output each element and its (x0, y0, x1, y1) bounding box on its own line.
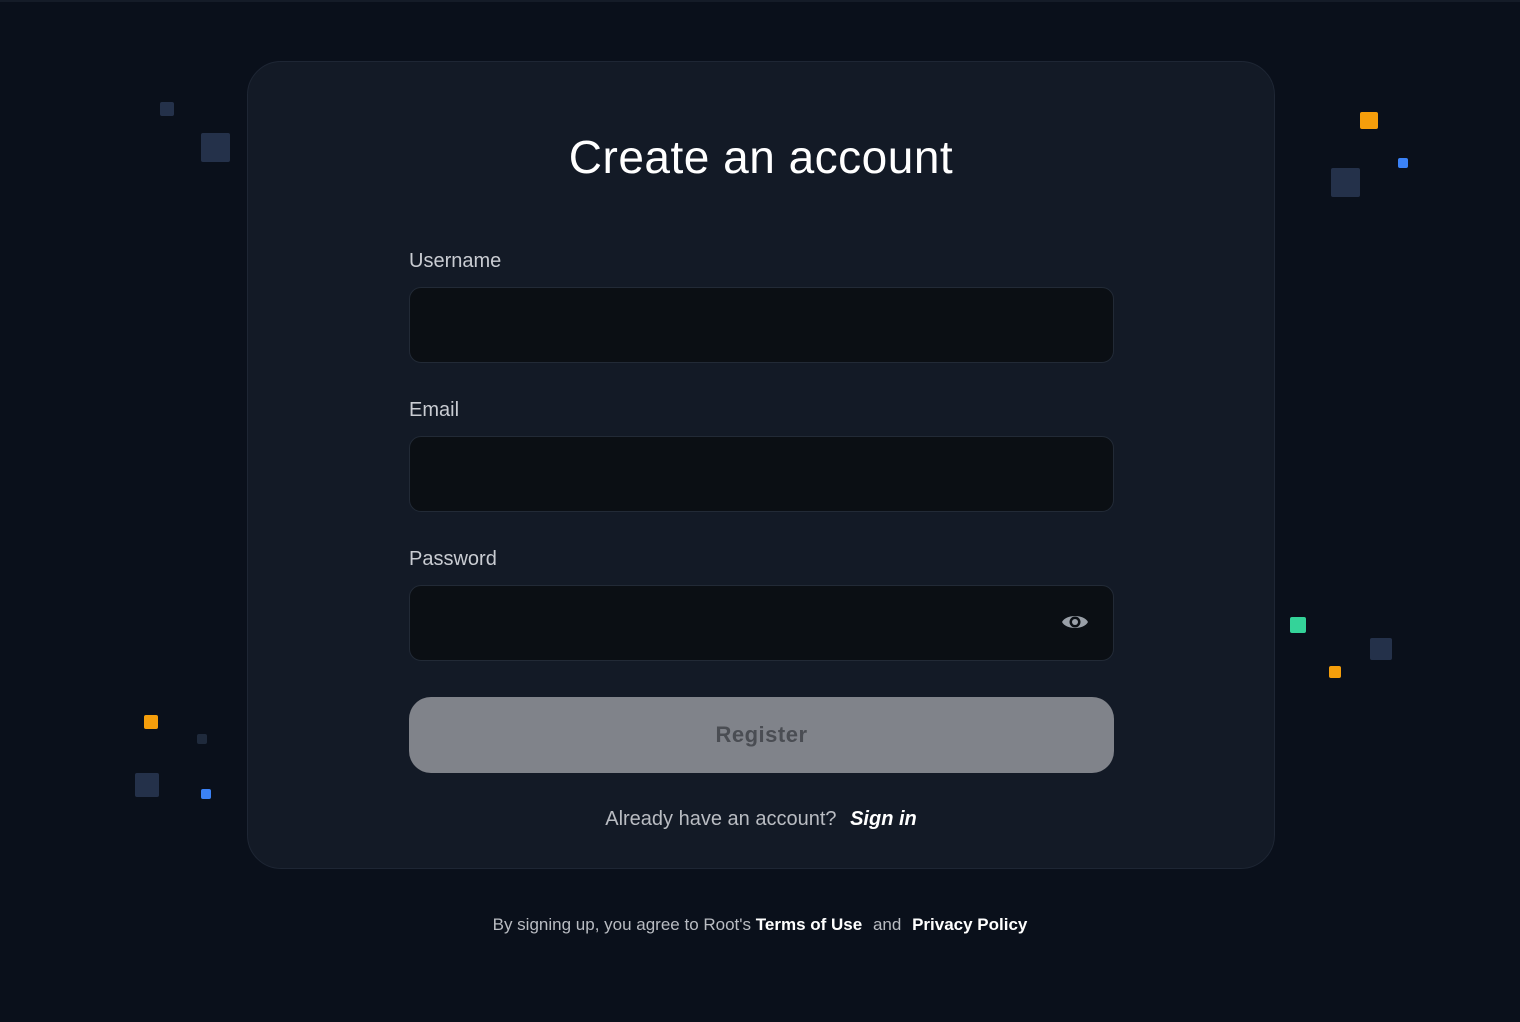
decor-square (1370, 638, 1392, 660)
terms-footer: By signing up, you agree to Root's Terms… (0, 915, 1520, 935)
decor-square (160, 102, 174, 116)
terms-link[interactable]: Terms of Use (756, 915, 862, 934)
privacy-link[interactable]: Privacy Policy (912, 915, 1027, 934)
decor-square (135, 773, 159, 797)
decor-square (201, 789, 211, 799)
decor-square (1331, 168, 1360, 197)
username-input[interactable] (409, 287, 1114, 363)
decor-square (1398, 158, 1408, 168)
email-input[interactable] (409, 436, 1114, 512)
page-title: Create an account (568, 131, 954, 183)
decor-square (1329, 666, 1341, 678)
register-button[interactable]: Register (409, 697, 1114, 773)
signup-card: Create an account Username Email Passwor… (247, 61, 1275, 869)
signin-prompt: Already have an account? (605, 808, 837, 830)
username-label: Username (409, 250, 502, 272)
decor-square (1360, 112, 1378, 129)
signin-link[interactable]: Sign in (850, 808, 917, 830)
decor-square (144, 715, 158, 729)
footer-and: and (872, 915, 902, 934)
signin-row: Already have an account? Sign in (248, 808, 1274, 831)
decor-square (197, 734, 207, 744)
eye-icon[interactable] (1060, 611, 1090, 633)
decor-square (1290, 617, 1306, 633)
email-label: Email (409, 399, 460, 421)
password-input[interactable] (409, 585, 1114, 661)
decor-square (201, 133, 230, 162)
footer-prefix: By signing up, you agree to Root's (492, 915, 752, 934)
signup-page: Create an account Username Email Passwor… (0, 0, 1520, 1022)
password-label: Password (409, 548, 497, 570)
